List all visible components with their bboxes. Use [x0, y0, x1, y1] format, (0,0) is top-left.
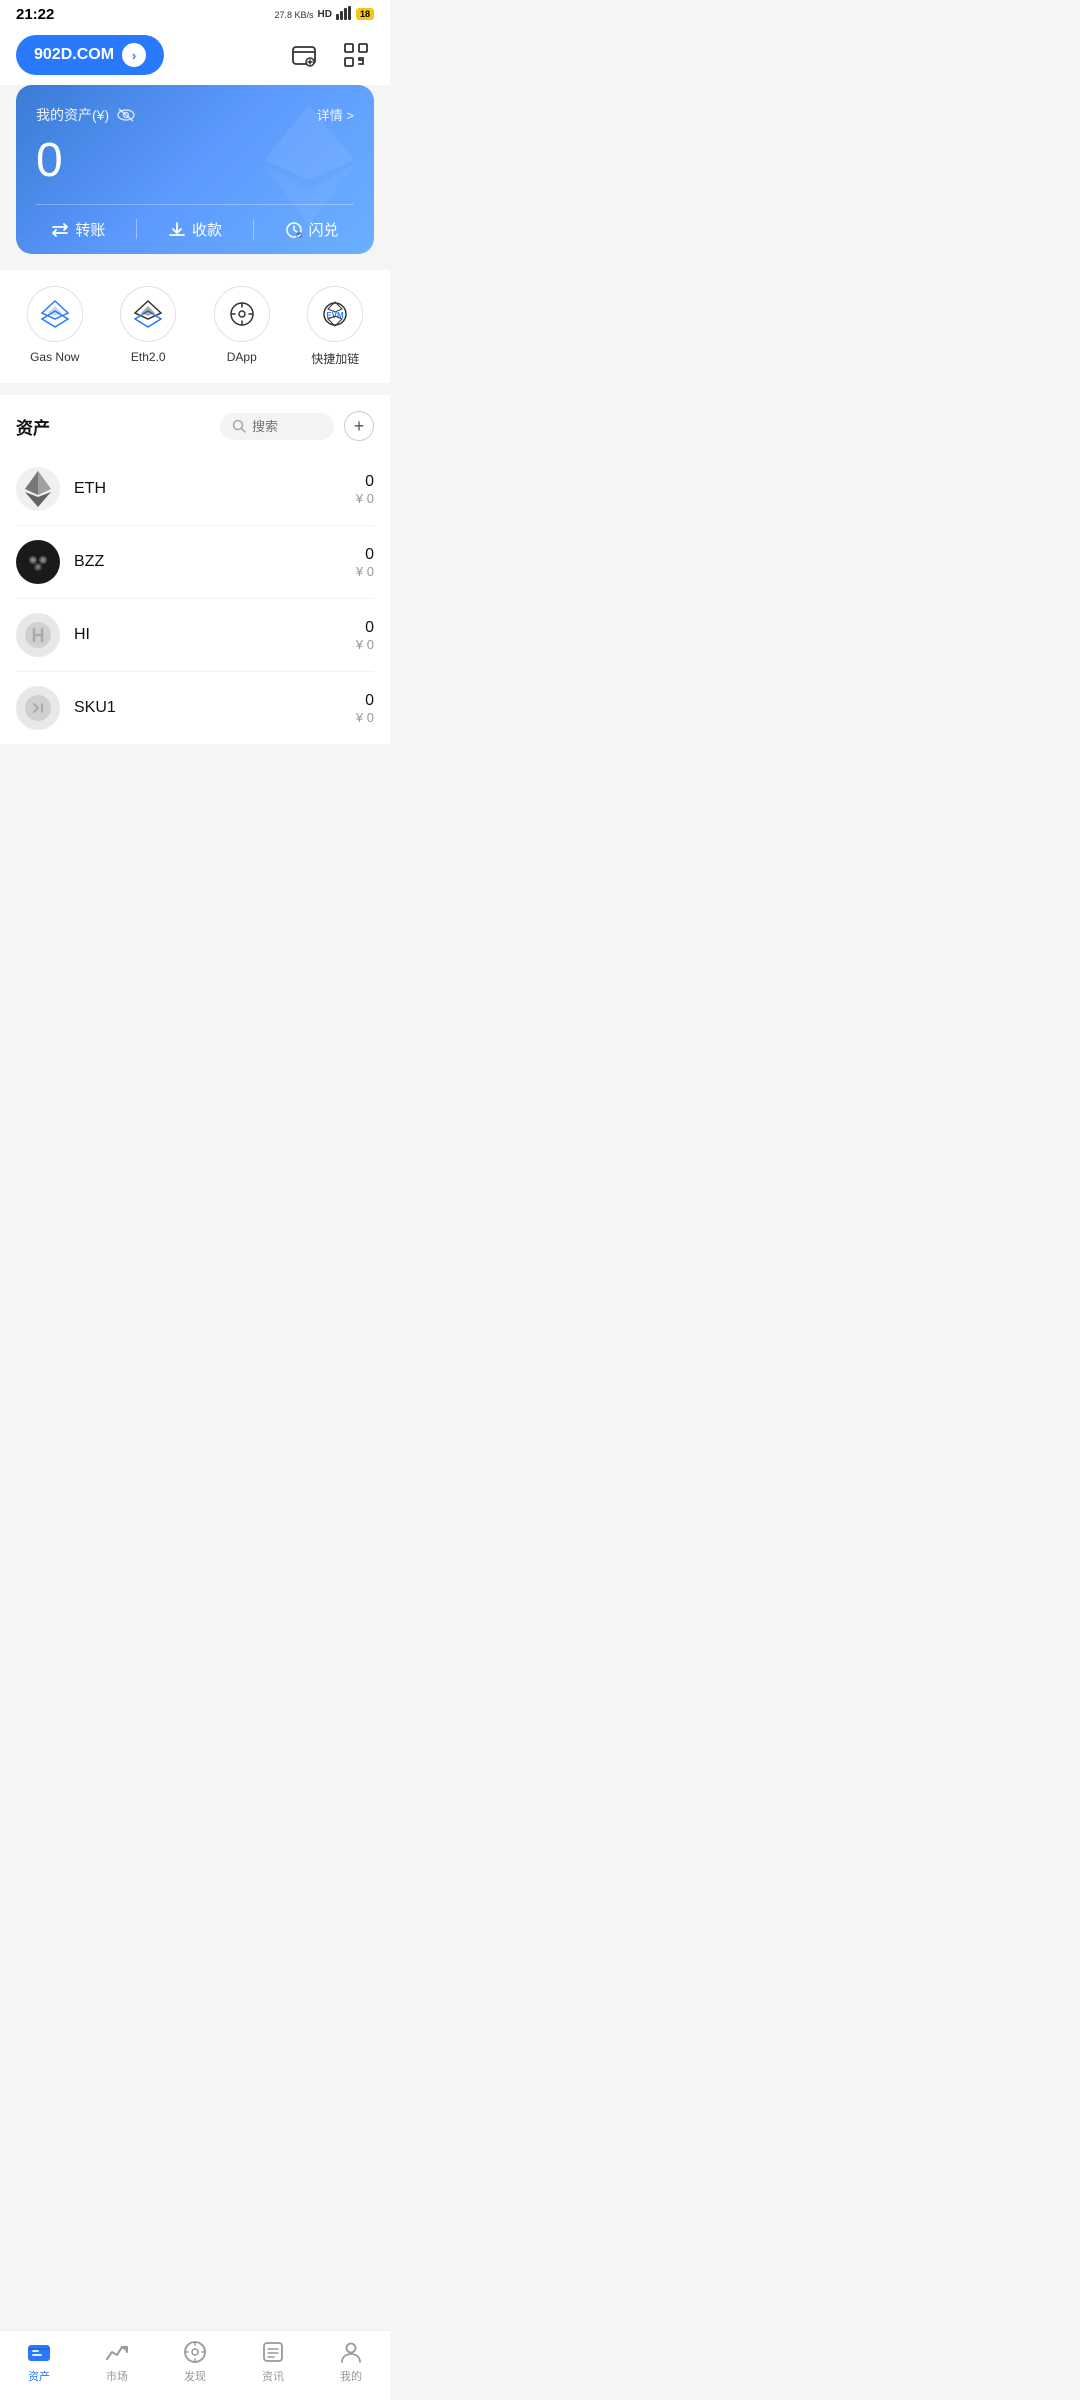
divider	[136, 219, 137, 239]
hi-coin-icon	[16, 613, 60, 657]
status-time: 21:22	[16, 6, 54, 23]
receive-icon	[168, 221, 186, 239]
divider-2	[253, 219, 254, 239]
assets-header: 资产 +	[16, 395, 374, 453]
hi-value: 0 ¥ 0	[356, 619, 374, 652]
battery-icon: 18	[356, 9, 374, 20]
assets-nav-icon	[26, 2339, 52, 2365]
nav-tab-mine[interactable]: 我的	[321, 2339, 381, 2384]
gas-now-label: Gas Now	[30, 350, 79, 364]
asset-list-item[interactable]: SKU1 0 ¥ 0	[16, 672, 374, 744]
add-wallet-button[interactable]	[286, 37, 322, 73]
top-nav: 902D.COM ›	[0, 27, 390, 85]
search-input[interactable]	[252, 419, 322, 434]
gas-now-icon	[27, 286, 83, 342]
search-icon	[232, 419, 246, 433]
asset-list-item[interactable]: ETH 0 ¥ 0	[16, 453, 374, 526]
asset-list-item[interactable]: HI 0 ¥ 0	[16, 599, 374, 672]
scan-button[interactable]	[338, 37, 374, 73]
discover-nav-icon	[182, 2339, 208, 2365]
market-nav-label: 市场	[106, 2368, 128, 2384]
eth-name: ETH	[74, 480, 356, 498]
sku1-value: 0 ¥ 0	[356, 692, 374, 725]
speed-indicator: 27.8 KB/s	[275, 10, 314, 20]
dapp-icon	[214, 286, 270, 342]
bottom-spacer	[0, 744, 390, 834]
search-box[interactable]	[220, 413, 334, 440]
mine-nav-icon	[338, 2339, 364, 2365]
assets-nav-label: 资产	[28, 2368, 50, 2384]
nav-tab-market[interactable]: 市场	[87, 2339, 147, 2384]
transfer-button[interactable]: 转账	[51, 219, 105, 240]
network-icon	[336, 6, 352, 23]
status-icons: 27.8 KB/s HD 18	[275, 6, 375, 23]
eth2-icon	[120, 286, 176, 342]
transfer-icon	[51, 221, 69, 239]
news-nav-label: 资讯	[262, 2368, 284, 2384]
add-chain-icon: EVM	[307, 286, 363, 342]
dapp-label: DApp	[227, 350, 257, 364]
hd-badge: HD	[318, 9, 332, 20]
nav-icon-group	[286, 37, 374, 73]
assets-section: 资产 + ETH 0 ¥ 0	[0, 395, 390, 744]
add-chain-label: 快捷加链	[311, 350, 359, 367]
quick-item-gas-now[interactable]: Gas Now	[27, 286, 83, 367]
domain-button[interactable]: 902D.COM ›	[16, 35, 164, 75]
sku1-name: SKU1	[74, 699, 356, 717]
asset-list-item[interactable]: BZZ 0 ¥ 0	[16, 526, 374, 599]
sku1-coin-icon	[16, 686, 60, 730]
eth-value: 0 ¥ 0	[356, 473, 374, 506]
mine-nav-label: 我的	[340, 2368, 362, 2384]
discover-nav-label: 发现	[184, 2368, 206, 2384]
bzz-coin-icon	[16, 540, 60, 584]
bzz-name: BZZ	[74, 553, 356, 571]
hi-name: HI	[74, 626, 356, 644]
news-nav-icon	[260, 2339, 286, 2365]
quick-item-eth2[interactable]: Eth2.0	[120, 286, 176, 367]
receive-button[interactable]: 收款	[168, 219, 222, 240]
nav-tab-discover[interactable]: 发现	[165, 2339, 225, 2384]
domain-label: 902D.COM	[34, 46, 114, 64]
quick-item-dapp[interactable]: DApp	[214, 286, 270, 367]
nav-tab-news[interactable]: 资讯	[243, 2339, 303, 2384]
asset-card: 我的资产(¥) 详情 > 0 转账 收	[16, 85, 374, 254]
quick-item-add-chain[interactable]: EVM 快捷加链	[307, 286, 363, 367]
eye-icon[interactable]	[117, 108, 135, 122]
add-asset-button[interactable]: +	[344, 411, 374, 441]
arrow-circle-icon: ›	[122, 43, 146, 67]
search-row: +	[220, 411, 374, 441]
market-nav-icon	[104, 2339, 130, 2365]
bottom-nav: 资产 市场 发现	[0, 2330, 390, 2400]
quick-menu: Gas Now Eth2.0 DApp	[0, 270, 390, 383]
eth2-label: Eth2.0	[131, 350, 166, 364]
nav-tab-assets[interactable]: 资产	[9, 2339, 69, 2384]
bzz-value: 0 ¥ 0	[356, 546, 374, 579]
asset-label: 我的资产(¥)	[36, 105, 135, 125]
eth-coin-icon	[16, 467, 60, 511]
status-bar: 21:22 27.8 KB/s HD 18	[0, 0, 390, 27]
eth-watermark	[264, 105, 354, 230]
assets-title: 资产	[16, 414, 50, 439]
